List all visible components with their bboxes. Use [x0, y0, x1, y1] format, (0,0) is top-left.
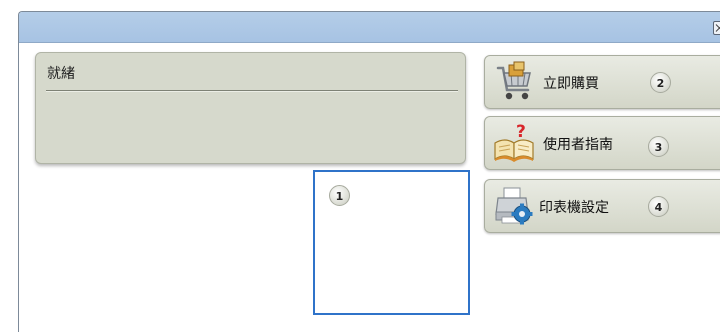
- printer-settings-label: 印表機設定: [539, 200, 609, 216]
- printer-settings-button[interactable]: 印表機設定 4: [484, 179, 720, 233]
- printer-status-window: 就緒 1 立即購買 2 ? 使用者指南 3 印表機設定 4: [18, 11, 720, 332]
- user-guide-book-icon: ?: [494, 122, 534, 162]
- user-guide-number-badge: 3: [648, 136, 669, 157]
- user-guide-label: 使用者指南: [543, 137, 613, 153]
- status-panel: 就緒: [35, 52, 466, 164]
- buy-now-number-badge: 2: [650, 72, 671, 93]
- close-icon[interactable]: [713, 21, 720, 35]
- user-guide-button[interactable]: ? 使用者指南 3: [484, 116, 720, 170]
- buy-now-button[interactable]: 立即購買 2: [484, 55, 720, 109]
- printer-settings-number-badge: 4: [648, 196, 669, 217]
- buy-now-label: 立即購買: [543, 76, 599, 92]
- shopping-cart-icon: [496, 61, 531, 100]
- printer-settings-icon: [495, 187, 533, 225]
- svg-text:?: ?: [516, 122, 526, 142]
- preview-area: 1: [313, 170, 470, 315]
- status-divider: [46, 90, 458, 91]
- preview-number-badge: 1: [329, 185, 350, 206]
- status-text: 就緒: [47, 66, 75, 82]
- title-bar: [19, 12, 720, 43]
